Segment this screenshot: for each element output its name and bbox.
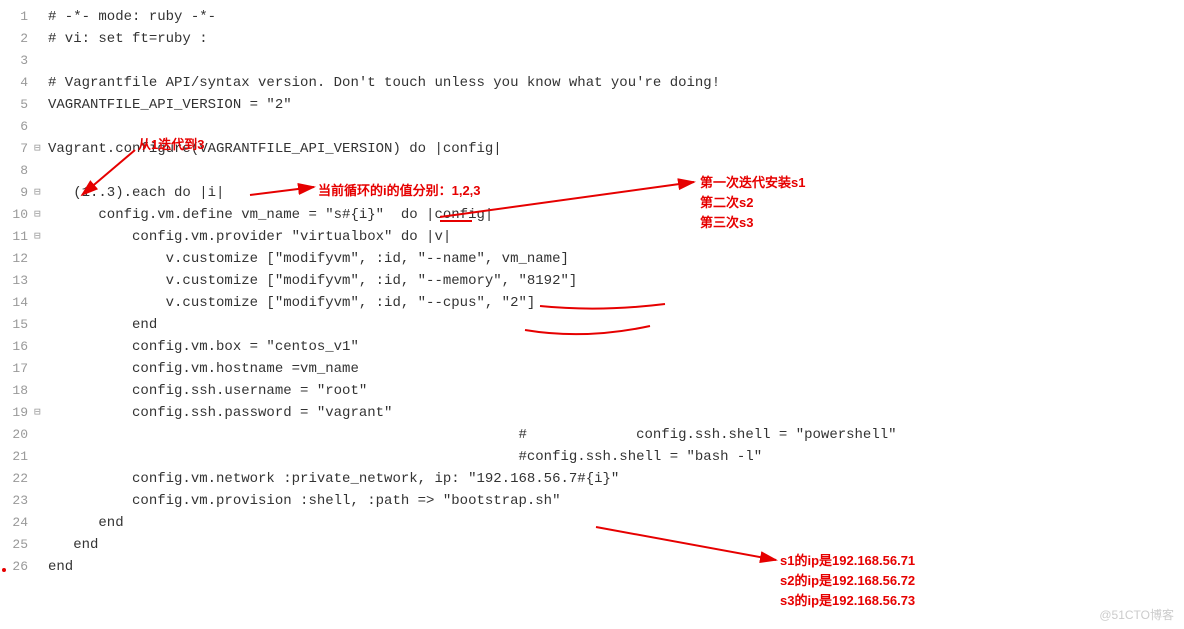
code-line: 21 #config.ssh.shell = "bash -l" (0, 446, 1184, 468)
line-number: 10 (0, 204, 34, 226)
code-line: 22 config.vm.network :private_network, i… (0, 468, 1184, 490)
line-number: 17 (0, 358, 34, 380)
code-text: config.vm.box = "centos_v1" (48, 336, 1184, 358)
code-text: config.vm.define vm_name = "s#{i}" do |c… (48, 204, 1184, 226)
code-line: 9⊟ (1..3).each do |i| (0, 182, 1184, 204)
code-line: 10⊟ config.vm.define vm_name = "s#{i}" d… (0, 204, 1184, 226)
code-line: 1 # -*- mode: ruby -*- (0, 6, 1184, 28)
line-number: 20 (0, 424, 34, 446)
code-text: end (48, 534, 1184, 556)
code-text: end (48, 314, 1184, 336)
code-line: 18 config.ssh.username = "root" (0, 380, 1184, 402)
annot-install3: 第三次s3 (700, 212, 753, 231)
code-text: config.vm.network :private_network, ip: … (48, 468, 1184, 490)
line-number: 15 (0, 314, 34, 336)
line-number: 21 (0, 446, 34, 468)
code-text: end (48, 556, 1184, 578)
code-line: 14 v.customize ["modifyvm", :id, "--cpus… (0, 292, 1184, 314)
line-number: 12 (0, 248, 34, 270)
line-number: 24 (0, 512, 34, 534)
code-line: 15 end (0, 314, 1184, 336)
code-line: 11⊟ config.vm.provider "virtualbox" do |… (0, 226, 1184, 248)
code-text: config.vm.provider "virtualbox" do |v| (48, 226, 1184, 248)
line-number: 5 (0, 94, 34, 116)
code-text: config.vm.hostname =vm_name (48, 358, 1184, 380)
code-text: config.vm.provision :shell, :path => "bo… (48, 490, 1184, 512)
code-text: config.ssh.username = "root" (48, 380, 1184, 402)
code-line: 13 v.customize ["modifyvm", :id, "--memo… (0, 270, 1184, 292)
line-number: 1 (0, 6, 34, 28)
code-line: 12 v.customize ["modifyvm", :id, "--name… (0, 248, 1184, 270)
code-line: 8 (0, 160, 1184, 182)
code-line: 17 config.vm.hostname =vm_name (0, 358, 1184, 380)
code-line: 20 # config.ssh.shell = "powershell" (0, 424, 1184, 446)
code-line: 26 end (0, 556, 1184, 578)
code-text: VAGRANTFILE_API_VERSION = "2" (48, 94, 1184, 116)
line-number: 3 (0, 50, 34, 72)
line-number: 14 (0, 292, 34, 314)
code-block: 1 # -*- mode: ruby -*- 2 # vi: set ft=ruby … (0, 0, 1184, 578)
line-number: 25 (0, 534, 34, 556)
line-number: 23 (0, 490, 34, 512)
line-number: 16 (0, 336, 34, 358)
line-number: 6 (0, 116, 34, 138)
annot-loop: 当前循环的i的值分别：1,2,3 (318, 180, 481, 199)
line-number: 18 (0, 380, 34, 402)
code-line: 2 # vi: set ft=ruby : (0, 28, 1184, 50)
code-line: 16 config.vm.box = "centos_v1" (0, 336, 1184, 358)
code-line: 23 config.vm.provision :shell, :path => … (0, 490, 1184, 512)
code-text: #config.ssh.shell = "bash -l" (48, 446, 1184, 468)
line-number: 13 (0, 270, 34, 292)
code-text: v.customize ["modifyvm", :id, "--cpus", … (48, 292, 1184, 314)
fold-marker: ⊟ (34, 226, 48, 248)
fold-marker: ⊟ (34, 204, 48, 226)
fold-marker: ⊟ (34, 182, 48, 204)
code-text: # config.ssh.shell = "powershell" (48, 424, 1184, 446)
line-number: 22 (0, 468, 34, 490)
annot-ip1: s1的ip是192.168.56.71 (780, 550, 915, 569)
line-number: 9 (0, 182, 34, 204)
line-number: 7 (0, 138, 34, 160)
watermark: @51CTO博客 (1099, 606, 1174, 623)
code-text: Vagrant.configure(VAGRANTFILE_API_VERSIO… (48, 138, 1184, 160)
code-text: (1..3).each do |i| (48, 182, 1184, 204)
code-line: 24 end (0, 512, 1184, 534)
code-line: 5 VAGRANTFILE_API_VERSION = "2" (0, 94, 1184, 116)
annot-iter: 从1迭代到3 (138, 134, 204, 153)
code-line: 4 # Vagrantfile API/syntax version. Don't… (0, 72, 1184, 94)
line-number: 2 (0, 28, 34, 50)
code-line: 25 end (0, 534, 1184, 556)
code-text: # -*- mode: ruby -*- (48, 6, 1184, 28)
code-text: end (48, 512, 1184, 534)
annot-ip2: s2的ip是192.168.56.72 (780, 570, 915, 589)
code-text: v.customize ["modifyvm", :id, "--memory"… (48, 270, 1184, 292)
fold-marker: ⊟ (34, 138, 48, 160)
annot-install1: 第一次迭代安装s1 (700, 172, 805, 191)
line-number: 19 (0, 402, 34, 424)
code-text: # vi: set ft=ruby : (48, 28, 1184, 50)
code-line: 3 (0, 50, 1184, 72)
line-number: 8 (0, 160, 34, 182)
code-text: v.customize ["modifyvm", :id, "--name", … (48, 248, 1184, 270)
annot-ip3: s3的ip是192.168.56.73 (780, 590, 915, 609)
line-number: 11 (0, 226, 34, 248)
code-text: # Vagrantfile API/syntax version. Don't … (48, 72, 1184, 94)
annot-install2: 第二次s2 (700, 192, 753, 211)
code-text: config.ssh.password = "vagrant" (48, 402, 1184, 424)
line-number: 4 (0, 72, 34, 94)
fold-marker: ⊟ (34, 402, 48, 424)
code-line: 19⊟ config.ssh.password = "vagrant" (0, 402, 1184, 424)
line-number: 26 (0, 556, 34, 578)
marker-dot (2, 568, 6, 572)
